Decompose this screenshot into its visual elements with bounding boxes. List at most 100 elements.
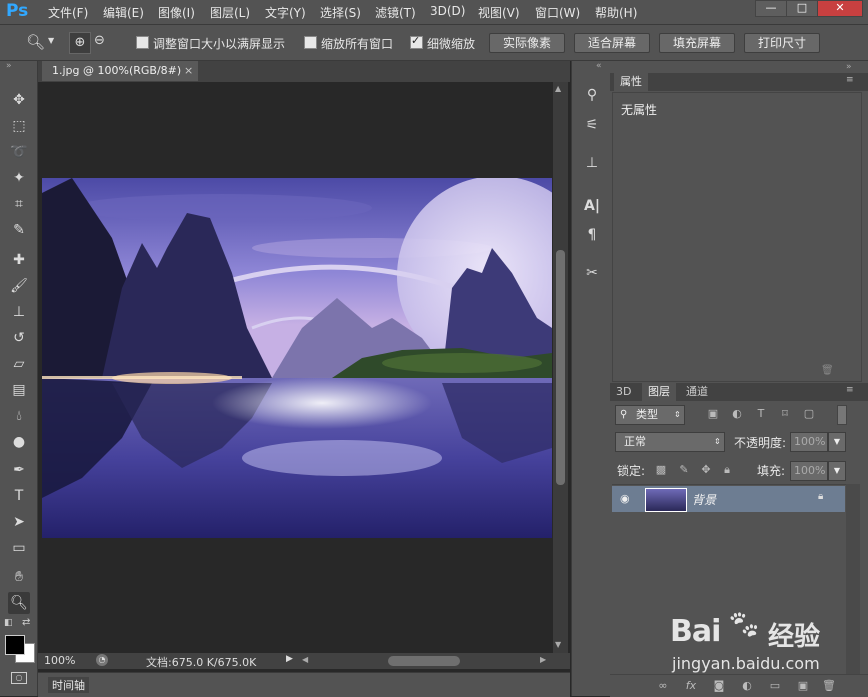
vertical-scroll-thumb[interactable] bbox=[556, 250, 565, 485]
status-info-icon[interactable]: ◔ bbox=[96, 654, 108, 666]
new-group-icon[interactable]: ▭ bbox=[768, 679, 782, 693]
lasso-tool-icon[interactable]: ➰ bbox=[8, 141, 30, 163]
foreground-color-swatch[interactable] bbox=[5, 635, 25, 655]
pen-tool-icon[interactable]: ✒ bbox=[8, 459, 30, 481]
properties-delete-icon[interactable]: 🗑︎ bbox=[821, 365, 834, 376]
layers-panel-menu-icon[interactable]: ≡ bbox=[846, 385, 854, 395]
zoom-tool-icon[interactable]: 🔍︎ bbox=[8, 592, 30, 614]
timeline-tab[interactable]: 时间轴 bbox=[48, 677, 89, 693]
scroll-down-icon[interactable]: ▼ bbox=[555, 640, 561, 649]
blend-mode-select[interactable]: 正常 ⇕ bbox=[615, 432, 725, 452]
menu-view[interactable]: 视图(V) bbox=[478, 4, 520, 21]
paragraph-panel-icon[interactable]: ¶ bbox=[582, 225, 602, 245]
layer-filter-kind-select[interactable]: ⚲ 类型 ⇕ bbox=[615, 405, 685, 425]
eraser-tool-icon[interactable]: ▱ bbox=[8, 353, 30, 375]
filter-toggle-switch[interactable] bbox=[837, 405, 847, 425]
zoom-in-icon[interactable]: ⊕ bbox=[69, 32, 91, 54]
menu-edit[interactable]: 编辑(E) bbox=[103, 4, 144, 21]
document-tab[interactable]: 1.jpg @ 100%(RGB/8#) × bbox=[42, 61, 198, 81]
new-layer-icon[interactable]: ▣ bbox=[796, 679, 810, 693]
brush-settings-icon[interactable]: ⚟ bbox=[582, 115, 602, 135]
chevron-down-icon[interactable]: ▼ bbox=[48, 36, 54, 45]
eye-icon[interactable]: ◉ bbox=[620, 492, 630, 505]
layer-name[interactable]: 背景 bbox=[692, 491, 716, 508]
zoom-level[interactable]: 100% bbox=[44, 654, 75, 667]
add-mask-icon[interactable]: ◙ bbox=[712, 679, 726, 693]
dodge-tool-icon[interactable]: ● bbox=[8, 431, 30, 453]
properties-tab[interactable]: 属性 bbox=[614, 73, 648, 91]
close-button[interactable]: ✕ bbox=[817, 0, 863, 17]
brush-tool-icon[interactable]: 🖌︎ bbox=[8, 275, 30, 297]
filter-pixel-icon[interactable]: ▣ bbox=[706, 407, 720, 421]
menu-layer[interactable]: 图层(L) bbox=[210, 4, 250, 21]
clone-stamp-tool-icon[interactable]: ⊥ bbox=[8, 301, 30, 323]
layer-row[interactable]: ◉ 背景 🔒︎ bbox=[612, 486, 845, 512]
tool-presets-icon[interactable]: ✂ bbox=[582, 263, 602, 283]
rectangle-tool-icon[interactable]: ▭ bbox=[8, 537, 30, 559]
menu-help[interactable]: 帮助(H) bbox=[595, 4, 637, 21]
clone-source-icon[interactable]: ⊥ bbox=[582, 153, 602, 173]
tab-3d[interactable]: 3D bbox=[616, 383, 631, 401]
crop-tool-icon[interactable]: ⌗ bbox=[8, 193, 30, 215]
scroll-up-icon[interactable]: ▲ bbox=[555, 84, 561, 93]
lock-all-icon[interactable]: 🔒︎ bbox=[720, 463, 734, 477]
magic-wand-tool-icon[interactable]: ✦ bbox=[8, 167, 30, 189]
move-tool-icon[interactable]: ✥ bbox=[8, 89, 30, 111]
zoom-all-windows-checkbox[interactable] bbox=[304, 36, 317, 49]
tab-layers[interactable]: 图层 bbox=[642, 383, 676, 401]
maximize-button[interactable]: □ bbox=[786, 0, 818, 17]
opacity-input[interactable]: 100% bbox=[790, 432, 828, 452]
filter-smart-object-icon[interactable]: ▢ bbox=[802, 407, 816, 421]
fill-screen-button[interactable]: 填充屏幕 bbox=[659, 33, 735, 53]
horizontal-scroll-thumb[interactable] bbox=[388, 656, 460, 666]
minimize-button[interactable]: — bbox=[755, 0, 787, 17]
eyedropper-tool-icon[interactable]: ✎ bbox=[8, 219, 30, 241]
menu-file[interactable]: 文件(F) bbox=[48, 4, 88, 21]
menu-filter[interactable]: 滤镜(T) bbox=[375, 4, 416, 21]
image-canvas[interactable] bbox=[42, 178, 552, 538]
blur-tool-icon[interactable]: 💧︎ bbox=[8, 405, 30, 427]
rightcol-collapse-icon[interactable]: » bbox=[846, 62, 852, 72]
history-brush-tool-icon[interactable]: ↺ bbox=[8, 327, 30, 349]
hand-tool-icon[interactable]: ✋︎ bbox=[8, 566, 30, 588]
menu-window[interactable]: 窗口(W) bbox=[535, 4, 580, 21]
filter-shape-icon[interactable]: ⌑ bbox=[778, 407, 792, 421]
adjustment-layer-icon[interactable]: ◐ bbox=[740, 679, 754, 693]
quick-mask-icon[interactable]: ○ bbox=[11, 672, 27, 684]
opacity-dropdown-icon[interactable]: ▼ bbox=[828, 432, 846, 452]
layer-style-icon[interactable]: fx bbox=[684, 679, 698, 693]
dock-collapse-icon[interactable]: « bbox=[596, 61, 602, 71]
brush-presets-icon[interactable]: ⚲ bbox=[582, 85, 602, 105]
swap-colors-icon[interactable]: ⇄ bbox=[22, 617, 30, 628]
menu-3d[interactable]: 3D(D) bbox=[430, 4, 465, 18]
filter-type-icon[interactable]: T bbox=[754, 407, 768, 421]
gradient-tool-icon[interactable]: ▤ bbox=[8, 379, 30, 401]
menu-select[interactable]: 选择(S) bbox=[320, 4, 361, 21]
type-tool-icon[interactable]: T bbox=[8, 485, 30, 507]
lock-position-icon[interactable]: ✥ bbox=[699, 463, 713, 477]
filter-adjustment-icon[interactable]: ◐ bbox=[730, 407, 744, 421]
menu-type[interactable]: 文字(Y) bbox=[265, 4, 306, 21]
marquee-tool-icon[interactable]: ⬚ bbox=[8, 115, 30, 137]
panel-menu-icon[interactable]: ≡ bbox=[846, 75, 854, 85]
fill-input[interactable]: 100% bbox=[790, 461, 828, 481]
scroll-left-icon[interactable]: ◀ bbox=[302, 655, 308, 664]
fit-screen-button[interactable]: 适合屏幕 bbox=[574, 33, 650, 53]
zoom-out-icon[interactable]: ⊖ bbox=[94, 33, 105, 48]
tab-close-icon[interactable]: × bbox=[184, 61, 193, 81]
path-selection-tool-icon[interactable]: ➤ bbox=[8, 511, 30, 533]
default-colors-icon[interactable]: ◧ bbox=[4, 618, 13, 628]
tab-channels[interactable]: 通道 bbox=[686, 383, 708, 401]
print-size-button[interactable]: 打印尺寸 bbox=[744, 33, 820, 53]
scrubby-zoom-checkbox[interactable] bbox=[410, 34, 423, 49]
actual-pixels-button[interactable]: 实际像素 bbox=[489, 33, 565, 53]
lock-image-pixels-icon[interactable]: ✎ bbox=[677, 463, 691, 477]
delete-layer-icon[interactable]: 🗑︎ bbox=[822, 679, 836, 693]
fill-dropdown-icon[interactable]: ▼ bbox=[828, 461, 846, 481]
scroll-right-icon[interactable]: ▶ bbox=[540, 655, 546, 664]
zoom-tool-preset-icon[interactable]: 🔍︎ bbox=[26, 33, 45, 51]
healing-brush-tool-icon[interactable]: ✚ bbox=[8, 249, 30, 271]
collapse-arrows-icon[interactable]: » bbox=[6, 61, 12, 71]
status-menu-arrow-icon[interactable]: ▶ bbox=[286, 654, 293, 664]
menu-image[interactable]: 图像(I) bbox=[158, 4, 195, 21]
